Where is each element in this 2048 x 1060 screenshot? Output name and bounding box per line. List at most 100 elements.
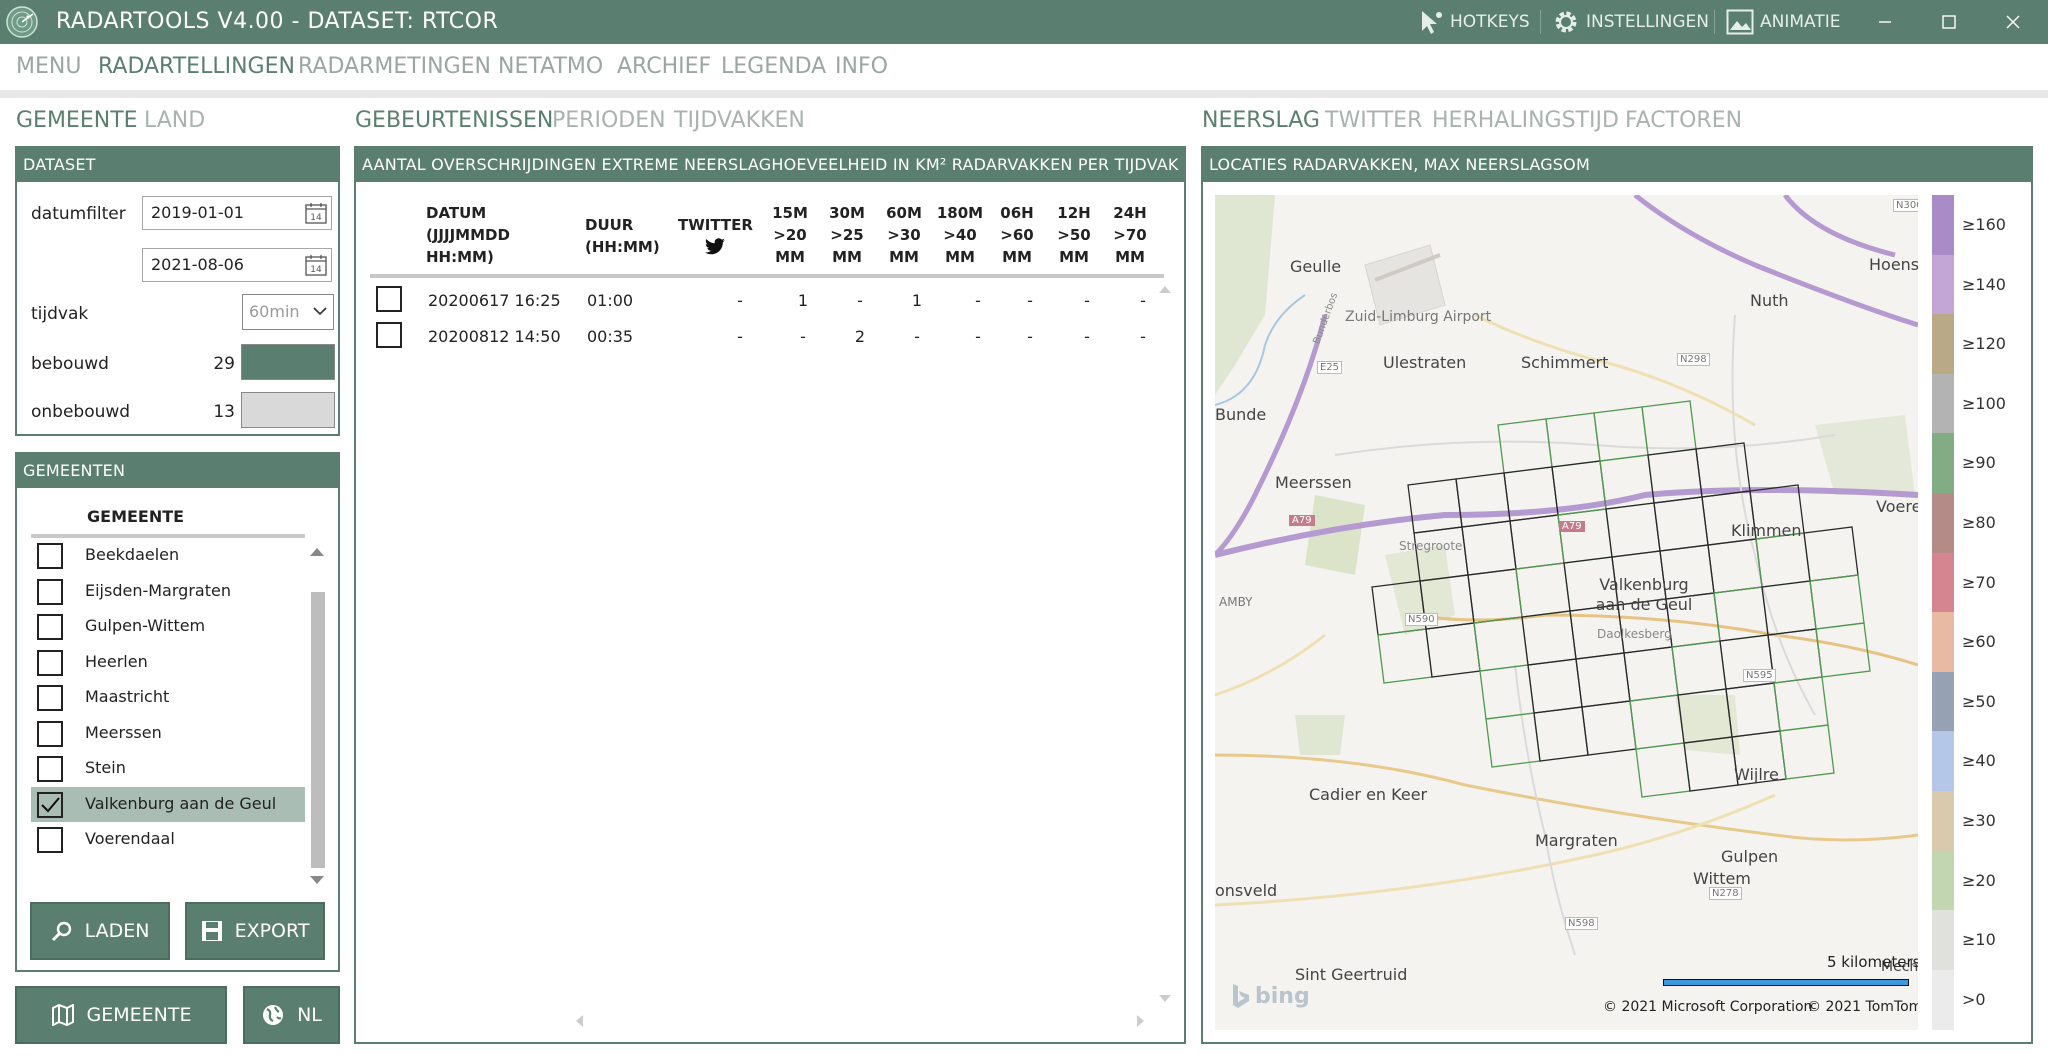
maximize-button[interactable] [1916, 0, 1982, 44]
scrollbar-thumb[interactable] [311, 592, 325, 868]
close-button[interactable] [1980, 0, 2046, 44]
save-icon [201, 921, 222, 941]
checkbox[interactable] [37, 578, 63, 605]
gemeente-label: Beekdaelen [85, 545, 180, 564]
settings-button[interactable]: INSTELLINGEN [1552, 0, 1709, 44]
scroll-left-icon[interactable] [574, 1014, 584, 1028]
legend-swatch [1932, 314, 1954, 375]
legend-label: ≥140 [1962, 274, 2006, 294]
menu-item-archief[interactable]: ARCHIEF [617, 54, 711, 79]
gemeente-row[interactable]: Valkenburg aan de Geul [31, 786, 305, 822]
event-row[interactable]: 20200812 14:50 00:35 - - 2 - - - - - [356, 320, 1156, 354]
radar-cell [1413, 526, 1469, 582]
col-24h[interactable]: 24H >70 MM [1107, 202, 1153, 268]
gemeente-map-button[interactable]: GEMEENTE [15, 986, 227, 1044]
scroll-up-icon[interactable] [309, 546, 325, 558]
tab-land[interactable]: LAND [144, 108, 205, 133]
col-twitter[interactable]: TWITTER [678, 214, 753, 262]
map-icon [51, 1004, 74, 1026]
load-button[interactable]: LADEN [30, 902, 170, 960]
col-60m[interactable]: 60M >30 MM [881, 202, 927, 268]
col-06h[interactable]: 06H >60 MM [994, 202, 1040, 268]
scroll-right-icon[interactable] [1136, 1014, 1146, 1028]
radar-cell [1557, 508, 1613, 564]
calendar-icon[interactable]: 14 [305, 202, 327, 224]
checkbox[interactable] [37, 614, 63, 640]
col-duur[interactable]: DUUR (HH:MM) [585, 214, 660, 258]
gemeente-row[interactable]: Voerendaal [31, 822, 305, 857]
scroll-up-icon[interactable] [1158, 284, 1172, 294]
menu-item-radartellingen[interactable]: RADARTELLINGEN [98, 54, 295, 79]
tab-neerslag[interactable]: NEERSLAG [1202, 108, 1320, 133]
bebouwd-color-swatch[interactable] [241, 344, 335, 380]
gemeente-label: Meerssen [85, 722, 162, 742]
gemeente-row[interactable]: Maastricht [31, 680, 305, 715]
gemeente-row[interactable]: Stein [31, 751, 305, 786]
menu-item-netatmo[interactable]: NETATMO [498, 54, 603, 79]
gemeente-row[interactable]: Gulpen-Wittem [31, 609, 305, 644]
minimize-button[interactable] [1852, 0, 1918, 44]
event-row[interactable]: 20200617 16:25 01:00 - 1 - 1 - - - - [356, 284, 1156, 318]
tab-tijdvakken[interactable]: TIJDVAKKEN [674, 108, 805, 133]
date-to-field[interactable]: 2021-08-06 14 [142, 248, 332, 282]
menu-item-info[interactable]: INFO [835, 54, 888, 79]
tab-gemeente[interactable]: GEMEENTE [16, 108, 138, 133]
gemeente-row[interactable]: Eijsden-Margraten [31, 574, 305, 609]
col-180m[interactable]: 180M >40 MM [932, 202, 988, 268]
checkbox[interactable] [37, 720, 63, 747]
radar-cell [1575, 652, 1631, 708]
animation-button[interactable]: ANIMATIE [1726, 0, 1840, 44]
date-from-value: 2019-01-01 [151, 203, 244, 222]
cell-value: - [975, 291, 981, 310]
menu-item-radarmetingen[interactable]: RADARMETINGEN [298, 54, 491, 79]
tab-herhalingstijd[interactable]: HERHALINGSTIJD [1432, 108, 1619, 133]
checkbox[interactable] [37, 543, 63, 569]
radar-cell [1635, 742, 1691, 798]
checkbox[interactable] [37, 827, 63, 853]
checkbox[interactable] [37, 685, 63, 711]
tab-twitter[interactable]: TWITTER [1325, 108, 1422, 133]
legend-label: ≥50 [1962, 691, 1996, 711]
calendar-icon[interactable]: 14 [305, 254, 327, 276]
tab-gebeurtenissen[interactable]: GEBEURTENISSEN [355, 108, 553, 133]
menu-item-legenda[interactable]: LEGENDA [721, 54, 826, 79]
export-button[interactable]: EXPORT [185, 902, 325, 960]
col-30m[interactable]: 30M >25 MM [824, 202, 870, 268]
gemeenten-panel: GEMEENTEN GEMEENTE Beekdaelen Eijsden-Mar… [15, 452, 340, 972]
date-from-field[interactable]: 2019-01-01 14 [142, 196, 332, 230]
col-datum[interactable]: DATUM (JJJJMMDD HH:MM) [426, 202, 510, 268]
event-checkbox[interactable] [376, 322, 402, 348]
menu-item-menu[interactable]: MENU [16, 54, 81, 79]
col-15m[interactable]: 15M >20 MM [767, 202, 813, 268]
checkbox[interactable] [37, 649, 63, 676]
tab-perioden[interactable]: PERIODEN [552, 108, 666, 133]
place-label: Hoens [1869, 255, 1918, 274]
place-label: Meerssen [1275, 473, 1352, 492]
scroll-down-icon[interactable] [309, 874, 325, 886]
radar-cell [1761, 580, 1817, 636]
checkmark-icon [41, 796, 60, 812]
tijdvak-select[interactable]: 60min [242, 294, 334, 330]
gemeente-row[interactable]: Heerlen [31, 645, 305, 680]
event-checkbox[interactable] [376, 286, 402, 312]
cell-value: - [975, 327, 981, 346]
col-12h[interactable]: 12H >50 MM [1051, 202, 1097, 268]
legend-label: ≥40 [1962, 751, 1996, 771]
legend-swatch [1932, 671, 1954, 732]
tab-factoren[interactable]: FACTOREN [1625, 108, 1742, 133]
cell-twitter: - [737, 327, 743, 346]
checkbox[interactable] [37, 756, 63, 782]
gemeente-row[interactable]: Beekdaelen [31, 538, 305, 573]
nl-button[interactable]: NL [243, 986, 340, 1044]
map-view[interactable]: Geulle Zuid-Limburg Airport Ulestraten S… [1215, 195, 1918, 1030]
cell-value: - [914, 327, 920, 346]
legend-swatch [1932, 612, 1954, 673]
checkbox-checked[interactable] [37, 791, 63, 818]
onbebouwd-color-swatch[interactable] [241, 392, 335, 428]
place-label: Wittem [1693, 869, 1751, 888]
cell-value: - [1084, 327, 1090, 346]
hotkeys-button[interactable]: HOTKEYS [1418, 0, 1530, 44]
gemeente-row[interactable]: Meerssen [31, 716, 305, 751]
scroll-down-icon[interactable] [1158, 994, 1172, 1004]
close-icon [2006, 15, 2020, 29]
